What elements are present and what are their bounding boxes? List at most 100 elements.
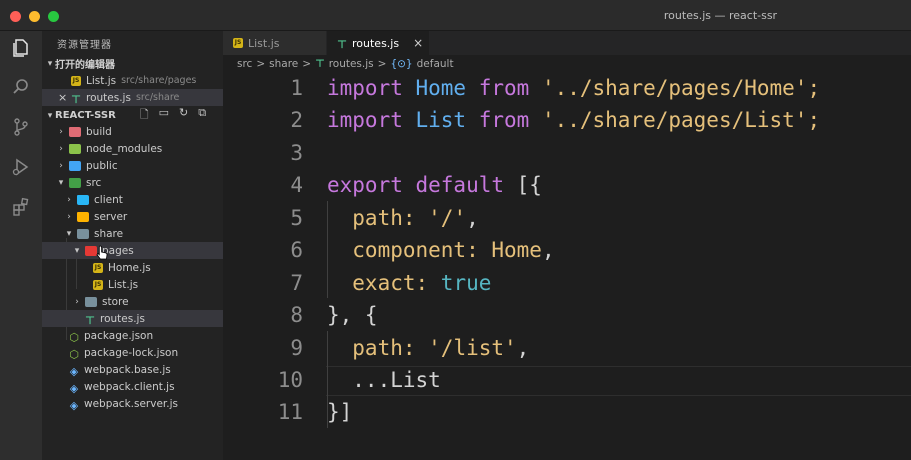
line-number: 5 [290, 206, 303, 230]
tree-folder-public[interactable]: › public [42, 157, 223, 174]
tree-folder-node-modules[interactable]: › node_modules [42, 140, 223, 157]
code-token: path: [327, 206, 429, 230]
breadcrumb-item[interactable]: default [417, 58, 454, 70]
tree-folder-share[interactable]: ▾ share [42, 225, 223, 242]
project-section[interactable]: ▾ REACT-SSR 🗋 ▭ ↻ ⧉ [42, 106, 223, 124]
js-file-icon: JS [233, 38, 243, 48]
code-token: '../share/pages/Home'; [529, 76, 821, 100]
tree-folder-src[interactable]: ▾ src [42, 174, 223, 191]
breadcrumb-item[interactable]: share [269, 58, 298, 70]
code-token: import [327, 76, 403, 100]
breadcrumb-item[interactable]: routes.js [329, 58, 374, 70]
tab-routes-js[interactable]: ⊤ routes.js × [327, 31, 429, 55]
breadcrumb: src > share > ⊤ routes.js > {⊙} default [223, 55, 911, 73]
tree-label: Home.js [108, 261, 151, 274]
tree-file-routes[interactable]: ⊤ routes.js [42, 310, 223, 327]
extensions-icon[interactable] [8, 194, 34, 220]
line-number: 2 [290, 108, 303, 132]
route-file-icon: ⊤ [71, 92, 82, 106]
close-icon[interactable]: × [58, 91, 68, 104]
line-number: 1 [290, 76, 303, 100]
tree-folder-client[interactable]: › client [42, 191, 223, 208]
tree-file-package-json[interactable]: ⬡ package.json [42, 327, 223, 344]
line-number: 10 [277, 368, 303, 392]
tree-file-list[interactable]: JS List.js [42, 276, 223, 293]
tree-label: package-lock.json [84, 346, 179, 359]
folder-open-icon [69, 177, 81, 188]
close-icon[interactable]: × [413, 36, 423, 50]
chevron-down-icon: ▾ [47, 110, 53, 121]
code-line: 11 }] [223, 397, 911, 427]
code-editor[interactable]: 1 import Home from '../share/pages/Home'… [223, 73, 911, 460]
folder-icon [77, 194, 89, 205]
window-title: routes.js — react-ssr [663, 9, 778, 22]
webpack-file-icon: ◈ [69, 381, 79, 395]
code-token: from [478, 108, 530, 132]
breadcrumb-separator: > [302, 58, 312, 70]
tree-file-package-lock[interactable]: ⬡ package-lock.json [42, 344, 223, 361]
line-number: 4 [290, 173, 303, 197]
tree-folder-server[interactable]: › server [42, 208, 223, 225]
js-file-icon: JS [71, 75, 81, 86]
files-icon[interactable] [8, 35, 34, 61]
folder-open-icon [77, 228, 89, 239]
tree-file-webpack-client[interactable]: ◈ webpack.client.js [42, 378, 223, 395]
code-token: List [402, 108, 479, 132]
code-token: , [541, 238, 555, 262]
breadcrumb-item[interactable]: src [237, 58, 252, 70]
project-label: REACT-SSR [55, 110, 116, 121]
run-debug-icon[interactable] [8, 154, 34, 180]
tree-label: webpack.server.js [84, 397, 179, 410]
tree-label: share [94, 227, 124, 240]
tab-label: routes.js [352, 36, 400, 50]
tree-file-webpack-base[interactable]: ◈ webpack.base.js [42, 361, 223, 378]
js-file-icon: JS [93, 279, 103, 290]
tree-label: public [86, 159, 118, 172]
tree-label: package.json [84, 329, 154, 342]
code-line: 5 path: '/', [223, 203, 911, 233]
folder-icon [85, 296, 97, 307]
open-editors-section[interactable]: ▾ 打开的编辑器 [42, 55, 223, 72]
code-line: 7 exact: true [223, 268, 911, 298]
line-number: 3 [290, 141, 303, 165]
breadcrumb-separator: > [377, 58, 387, 70]
webpack-file-icon: ◈ [69, 364, 79, 378]
code-token: Home [491, 238, 542, 262]
code-line: 1 import Home from '../share/pages/Home'… [223, 73, 911, 103]
open-editor-name: List.js [86, 74, 117, 87]
tree-label: server [94, 210, 128, 223]
code-token: Home [402, 76, 479, 100]
tree-file-home[interactable]: JS Home.js [42, 259, 223, 276]
code-token: path: [327, 336, 429, 360]
code-token: , [516, 336, 530, 360]
open-editor-item[interactable]: JS List.js src/share/pages [42, 72, 223, 89]
tree-folder-store[interactable]: › store [42, 293, 223, 310]
code-token: ...List [327, 368, 441, 392]
folder-icon [77, 211, 89, 222]
code-token: true [440, 271, 492, 295]
folder-icon [69, 143, 81, 154]
code-token: component: [327, 238, 492, 262]
source-control-icon[interactable] [8, 114, 34, 140]
tree-label: webpack.client.js [84, 380, 175, 393]
code-token: exact: [327, 271, 441, 295]
tree-folder-pages[interactable]: ▾ pages [42, 242, 223, 259]
folder-icon [69, 126, 81, 137]
open-editor-item[interactable]: × ⊤ routes.js src/share [42, 89, 223, 106]
open-editors-label: 打开的编辑器 [55, 60, 115, 71]
tree-folder-build[interactable]: › build [42, 123, 223, 140]
line-number: 7 [290, 271, 303, 295]
code-line: 6 component: Home, [223, 235, 911, 265]
tree-file-webpack-server[interactable]: ◈ webpack.server.js [42, 395, 223, 412]
tab-label: List.js [248, 36, 280, 50]
code-token: '/list' [428, 336, 517, 360]
code-token: from [478, 76, 530, 100]
line-number: 9 [290, 336, 303, 360]
line-number: 8 [290, 303, 303, 327]
code-line: 9 path: '/list', [223, 333, 911, 363]
tab-list-js[interactable]: JS List.js [223, 31, 326, 55]
route-file-icon: ⊤ [85, 313, 96, 327]
search-icon[interactable] [8, 74, 34, 100]
route-file-icon: ⊤ [337, 38, 348, 51]
open-editor-path: src/share [135, 92, 180, 103]
